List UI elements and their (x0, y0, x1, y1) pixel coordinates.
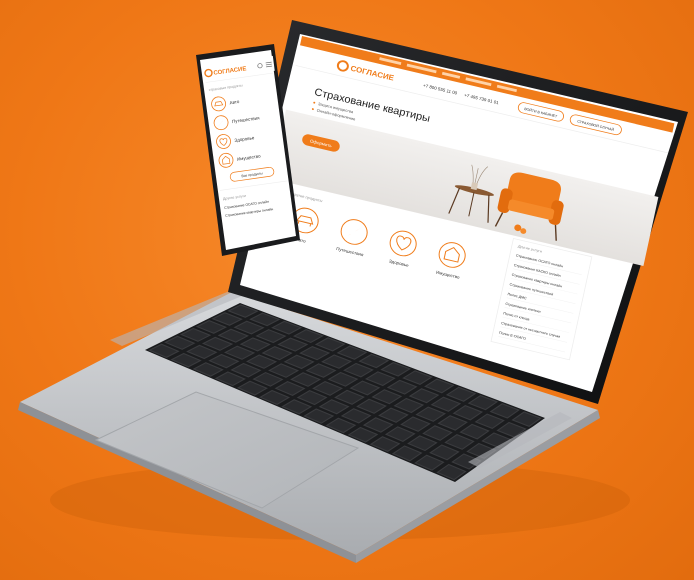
device-scene: СОГЛАСИЕ +7 800 555 11 00 +7 495 739 01 … (18, 20, 688, 563)
